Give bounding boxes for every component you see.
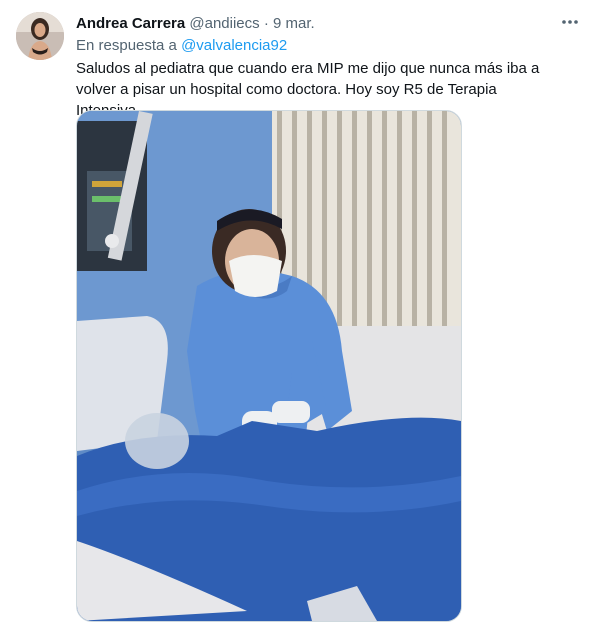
photo-illustration	[77, 111, 461, 621]
more-dots-icon	[562, 20, 578, 24]
tweet-header: Andrea Carrera @andiiecs · 9 mar.	[76, 14, 544, 34]
header-separator: ·	[263, 15, 269, 32]
reply-to-link[interactable]: @valvalencia92	[181, 37, 287, 54]
avatar-image	[16, 12, 64, 60]
reply-prefix: En respuesta a	[76, 37, 177, 54]
author-name[interactable]: Andrea Carrera	[76, 15, 185, 32]
tweet-date[interactable]: 9 mar.	[273, 15, 315, 32]
more-options-button[interactable]	[558, 12, 582, 32]
tweet-photo[interactable]	[76, 110, 462, 622]
avatar[interactable]	[16, 12, 64, 60]
author-handle[interactable]: @andiiecs	[189, 15, 259, 32]
reply-context: En respuesta a @valvalencia92	[76, 36, 287, 56]
tweet-card[interactable]: Andrea Carrera @andiiecs · 9 mar. En res…	[0, 0, 594, 625]
